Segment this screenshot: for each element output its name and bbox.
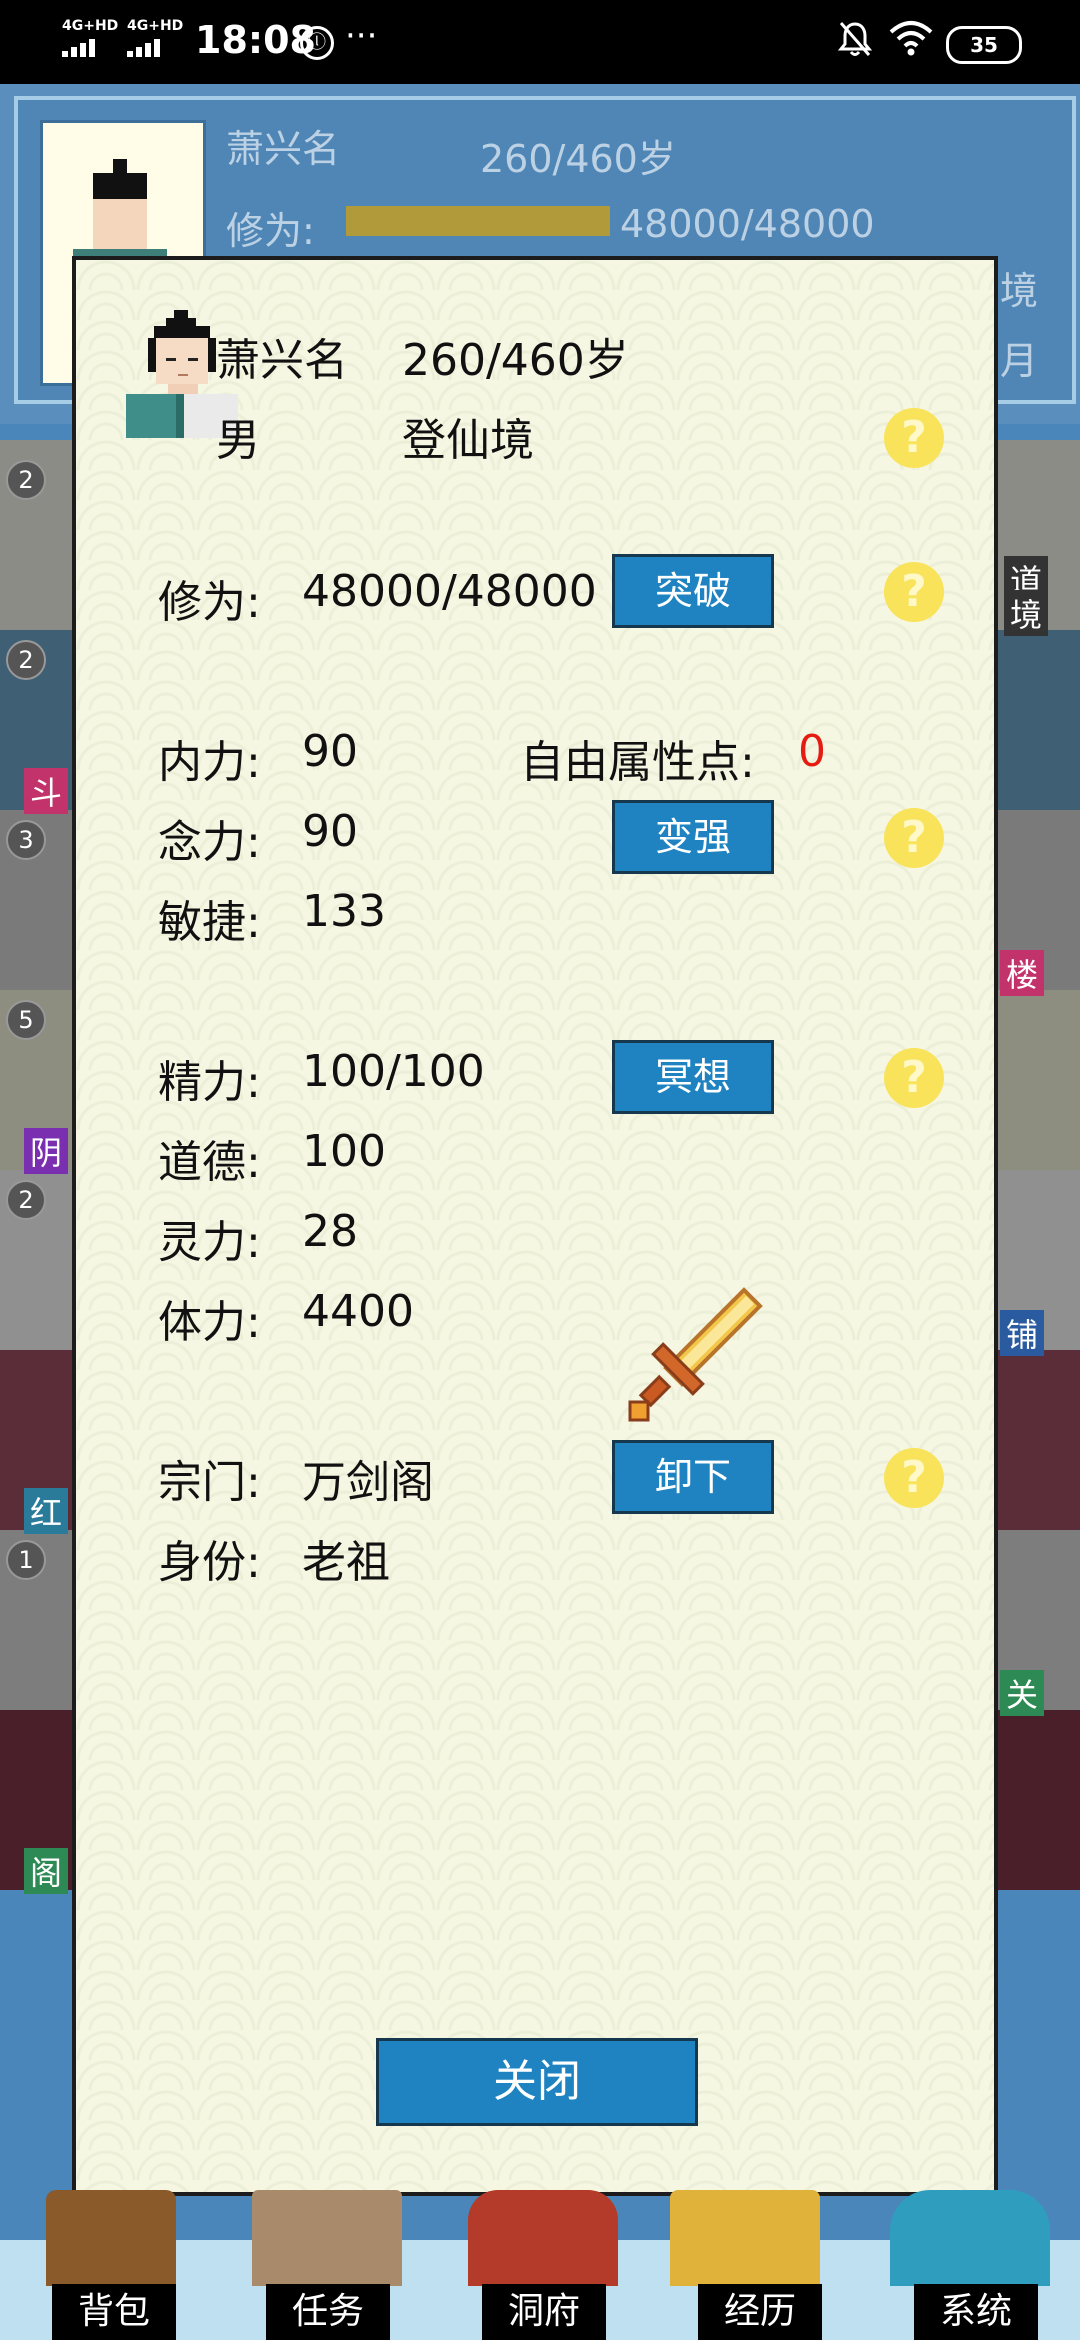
background-badge: 2 (6, 460, 46, 500)
character-age: 260/460岁 (402, 335, 629, 386)
free-points-label: 自由属性点: (520, 737, 755, 788)
signal-label-2: 4G+HD (127, 18, 184, 34)
sect-value: 万剑阁 (302, 1457, 434, 1508)
cultivation-label: 修为: (158, 577, 261, 628)
character-realm: 登仙境 (402, 415, 534, 466)
background-badge: 2 (6, 1180, 46, 1220)
energy-help-icon[interactable]: ? (884, 1048, 944, 1108)
background-name: 萧兴名 (226, 127, 341, 171)
nav-system[interactable]: 系统 (914, 2284, 1038, 2340)
character-info-dialog: 萧兴名 260/460岁 男 登仙境 ? 修为: 48000/48000 突破 … (72, 256, 998, 2196)
breakthrough-button[interactable]: 突破 (612, 554, 774, 628)
daode-value: 100 (302, 1126, 386, 1177)
background-xiuwei-value: 48000/48000 (620, 202, 875, 246)
cultivation-help-icon[interactable]: ? (884, 562, 944, 622)
background-age: 260/460岁 (480, 137, 676, 181)
background-badge: 5 (6, 1000, 46, 1040)
identity-value: 老祖 (302, 1537, 390, 1588)
nianli-label: 念力: (158, 817, 261, 868)
daode-label: 道德: (158, 1137, 261, 1188)
sect-help-icon[interactable]: ? (884, 1448, 944, 1508)
signal-label-1: 4G+HD (62, 18, 119, 34)
background-sign: 境 (1004, 590, 1049, 636)
meditate-button[interactable]: 冥想 (612, 1040, 774, 1114)
minjie-value: 133 (302, 886, 386, 937)
sect-sword-icon (620, 1284, 770, 1434)
cultivation-value: 48000/48000 (302, 566, 597, 617)
background-badge: 1 (6, 1540, 46, 1580)
system-gear-icon (890, 2190, 1050, 2286)
tili-value: 4400 (302, 1286, 414, 1337)
background-xiuwei-label: 修为: (226, 209, 315, 253)
cave-dwelling-icon (468, 2190, 618, 2286)
clock: 18:08 (195, 18, 316, 62)
neili-label: 内力: (158, 737, 261, 788)
nav-cave[interactable]: 洞府 (482, 2284, 606, 2340)
background-badge: 3 (6, 820, 46, 860)
lingli-label: 灵力: (158, 1217, 261, 1268)
signal-bars-1-icon (62, 38, 98, 57)
unequip-button[interactable]: 卸下 (612, 1440, 774, 1514)
background-badge: 2 (6, 640, 46, 680)
background-tag: 红 (24, 1488, 69, 1534)
battery-icon: 35 (946, 26, 1022, 64)
realm-help-icon[interactable]: ? (884, 408, 944, 468)
nianli-value: 90 (302, 806, 358, 857)
free-points-value: 0 (798, 726, 826, 777)
nav-history[interactable]: 经历 (698, 2284, 822, 2340)
strengthen-button[interactable]: 变强 (612, 800, 774, 874)
notification-icon: ⓛ (300, 26, 334, 60)
background-tag: 铺 (1000, 1310, 1045, 1356)
attributes-help-icon[interactable]: ? (884, 808, 944, 868)
wifi-icon (888, 18, 934, 62)
jingli-label: 精力: (158, 1057, 261, 1108)
status-bar: 4G+HD 4G+HD 18:08 ⓛ ··· 35 (0, 0, 1080, 84)
signal-bars-2-icon (127, 38, 163, 57)
history-book-icon (670, 2190, 820, 2286)
bell-muted-icon (837, 20, 873, 66)
sect-label: 宗门: (158, 1457, 261, 1508)
identity-label: 身份: (158, 1537, 261, 1588)
task-board-icon (252, 2190, 402, 2286)
backpack-icon (46, 2190, 176, 2286)
background-tag: 楼 (1000, 950, 1045, 996)
neili-value: 90 (302, 726, 358, 777)
background-xiuwei-bar (346, 206, 610, 236)
background-side-text-2: 月 (1000, 339, 1039, 383)
lingli-value: 28 (302, 1206, 358, 1257)
background-side-text-1: 境 (1000, 269, 1039, 313)
character-gender: 男 (216, 415, 260, 466)
nav-tasks[interactable]: 任务 (266, 2284, 390, 2340)
character-name: 萧兴名 (216, 335, 348, 386)
nav-backpack[interactable]: 背包 (52, 2284, 176, 2340)
tili-label: 体力: (158, 1297, 261, 1348)
minjie-label: 敏捷: (158, 897, 261, 948)
background-tag: 阁 (24, 1848, 69, 1894)
background-tag: 斗 (24, 768, 69, 814)
background-tag: 关 (1000, 1670, 1045, 1716)
more-notifications-icon: ··· (345, 16, 378, 56)
jingli-value: 100/100 (302, 1046, 485, 1097)
background-tag: 阴 (24, 1128, 69, 1174)
close-button[interactable]: 关闭 (376, 2038, 698, 2126)
